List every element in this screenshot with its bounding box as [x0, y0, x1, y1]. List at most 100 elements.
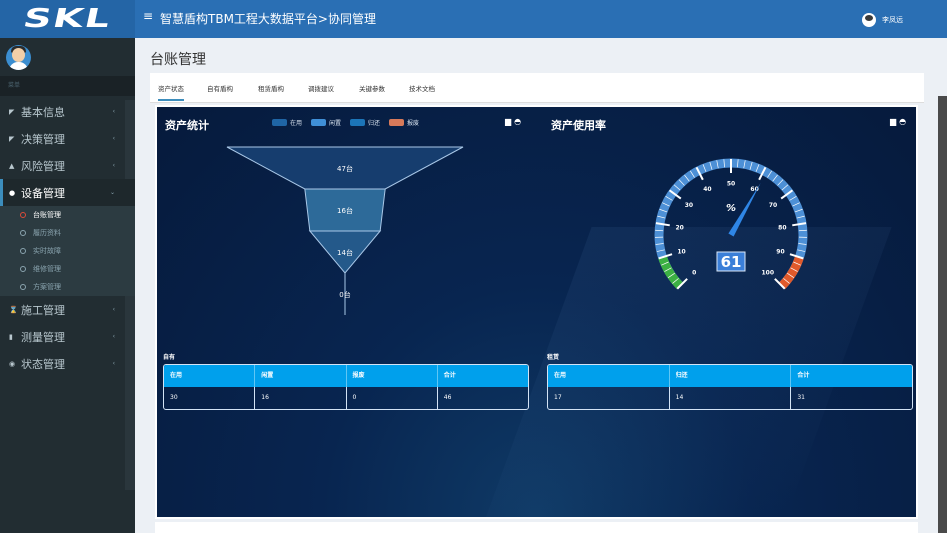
tab-transfer-advice[interactable]: 调拨建议 — [308, 83, 334, 93]
sidebar-item-status[interactable]: ◉ 状态管理 ‹ — [0, 350, 135, 377]
chevron-left-icon: ‹ — [112, 306, 115, 313]
tab-bar: 资产状态 自有盾构 租赁盾构 调拨建议 关键参数 技术文档 — [150, 73, 924, 103]
owned-label: 自有 — [163, 354, 176, 361]
equipment-submenu: 台账管理 履历资料 实时故障 维修管理 方案管理 — [0, 206, 135, 296]
document-icon[interactable]: ▆ — [890, 117, 899, 126]
sidebar-item-label: 风险管理 — [21, 159, 65, 173]
tab-leased-shield[interactable]: 租赁盾构 — [258, 83, 284, 93]
table-header-cell: 报废 — [347, 365, 438, 387]
sidebar-subitem-label: 方案管理 — [33, 283, 61, 291]
platform-title: 智慧盾构TBM工程大数据平台>协同管理 — [160, 12, 376, 26]
user-menu[interactable]: 李凤远 — [862, 13, 903, 27]
funnel-label: 0台 — [339, 290, 350, 299]
gauge-tick-label: 40 — [703, 186, 711, 193]
sidebar-item-label: 基本信息 — [21, 105, 65, 119]
sidebar-item-decision[interactable]: ◤ 决策管理 ‹ — [0, 125, 135, 152]
table-header-cell: 在用 — [548, 365, 670, 387]
funnel-chart: 47台 16台 14台 0台 — [226, 146, 464, 315]
restore-icon[interactable]: ◓ — [899, 117, 909, 126]
tab-tech-docs[interactable]: 技术文档 — [409, 83, 435, 93]
table-header-cell: 在用 — [164, 365, 256, 387]
usage-rate-title: 资产使用率 — [551, 119, 606, 132]
page-title: 台账管理 — [150, 52, 206, 68]
sidebar-subitem-history[interactable]: 履历资料 — [0, 224, 135, 242]
user-name: 李凤远 — [882, 16, 903, 24]
sidebar-subitem-label: 维修管理 — [33, 265, 61, 273]
sidebar-item-basic-info[interactable]: ◤ 基本信息 ‹ — [0, 98, 135, 125]
gauge-tick-label: 80 — [778, 224, 786, 231]
table-header-cell: 合计 — [443, 372, 456, 379]
tab-owned-shield[interactable]: 自有盾构 — [207, 83, 233, 93]
logo[interactable]: SKL — [0, 0, 135, 38]
funnel-label: 14台 — [337, 248, 353, 257]
circle-icon — [20, 230, 26, 236]
table-cell: 0 — [347, 387, 438, 409]
page-scrollbar[interactable] — [938, 96, 947, 533]
circle-icon — [20, 284, 26, 290]
table-header-row: 在用 归还 合计 — [548, 365, 912, 387]
circle-icon — [20, 212, 26, 218]
circle-icon — [20, 266, 26, 272]
chevron-left-icon: ‹ — [112, 360, 115, 367]
sidebar-item-risk[interactable]: ▲ 风险管理 ‹ — [0, 152, 135, 179]
sidebar-subitem-label: 履历资料 — [33, 229, 61, 237]
chevron-left-icon: ‹ — [112, 162, 115, 169]
gauge-tick-label: 70 — [769, 202, 777, 209]
panel-bottom-strip — [155, 522, 918, 533]
tab-asset-status[interactable]: 资产状态 — [158, 83, 184, 101]
table-row: 30 16 0 46 — [164, 387, 528, 409]
app-root: SKL ≡ 智慧盾构TBM工程大数据平台>协同管理 李凤远 菜单 ◤ 基本信息 ‹ … — [0, 0, 947, 533]
table-cell: 17 — [548, 387, 670, 409]
sidebar-item-label: 决策管理 — [21, 132, 65, 146]
sidebar-subitem-ledger[interactable]: 台账管理 — [0, 206, 135, 224]
warning-icon: ▲ — [9, 161, 15, 170]
dashboard-icon: ◤ — [9, 107, 15, 116]
funnel-label: 16台 — [337, 206, 353, 215]
circle-icon — [20, 248, 26, 254]
dashboard-panel: 资产统计 在用 闲置 归还 报废 ▆◓ 资产使用率 ▆◓ 47台 16台 14台 0台… — [155, 105, 918, 519]
tab-key-params[interactable]: 关键参数 — [359, 83, 385, 93]
sidebar-subitem-faults[interactable]: 实时故障 — [0, 242, 135, 260]
sidebar-subitem-label: 实时故障 — [33, 247, 61, 255]
building-icon: ▮ — [9, 332, 13, 341]
sidebar-menu-header: 菜单 — [0, 76, 135, 96]
sidebar-subitem-label: 台账管理 — [33, 211, 61, 219]
chevron-left-icon: ‹ — [112, 135, 115, 142]
chevron-down-icon: ⌄ — [109, 189, 115, 196]
sidebar-item-label: 施工管理 — [21, 303, 65, 317]
gauge-tick-label: 90 — [776, 249, 784, 256]
leased-table: 在用 归还 合计 17 14 31 — [547, 364, 913, 410]
sidebar: 菜单 ◤ 基本信息 ‹ ◤ 决策管理 ‹ ▲ 风险管理 ‹ ● 设备管理 ⌄ 台账管理 履历资料… — [0, 38, 135, 533]
hourglass-icon: ⌛ — [9, 305, 18, 314]
gauge-tick-label: 30 — [685, 202, 693, 209]
funnel-label: 47台 — [337, 164, 353, 173]
sidebar-item-construction[interactable]: ⌛ 施工管理 ‹ — [0, 296, 135, 323]
table-cell: 46 — [443, 394, 452, 401]
sidebar-item-equipment[interactable]: ● 设备管理 ⌄ — [0, 179, 135, 206]
chevron-left-icon: ‹ — [112, 333, 115, 340]
gear-icon: ● — [9, 188, 16, 197]
top-navbar: SKL ≡ 智慧盾构TBM工程大数据平台>协同管理 李凤远 — [0, 0, 947, 38]
gauge-value: 61 — [721, 253, 742, 271]
sidebar-item-survey[interactable]: ▮ 测量管理 ‹ — [0, 323, 135, 350]
sidebar-item-label: 设备管理 — [21, 186, 65, 200]
gauge-tick-label: 10 — [677, 249, 685, 256]
table-row: 17 14 31 — [548, 387, 912, 409]
gauge-tick-label: 20 — [675, 224, 683, 231]
sidebar-item-label: 测量管理 — [21, 330, 65, 344]
gauge-tick-label: 50 — [727, 181, 735, 188]
owned-table: 在用 闲置 报废 合计 30 16 0 46 — [163, 364, 529, 410]
sidebar-nav: ◤ 基本信息 ‹ ◤ 决策管理 ‹ ▲ 风险管理 ‹ ● 设备管理 ⌄ 台账管理 履历资料 实时… — [0, 98, 135, 377]
sidebar-subitem-plans[interactable]: 方案管理 — [0, 278, 135, 296]
menu-toggle-icon[interactable]: ≡ — [143, 9, 153, 23]
usage-toolbox: ▆◓ — [890, 117, 909, 126]
table-cell: 30 — [164, 387, 256, 409]
gauge-tick-label: 100 — [762, 269, 775, 276]
sidebar-subitem-maintenance[interactable]: 维修管理 — [0, 260, 135, 278]
sidebar-avatar — [6, 45, 31, 70]
gauge-tick-label: 0 — [692, 269, 696, 276]
table-header-cell: 合计 — [797, 372, 810, 379]
dashboard-icon: ◤ — [9, 134, 15, 143]
chevron-left-icon: ‹ — [112, 108, 115, 115]
table-cell: 31 — [797, 394, 805, 401]
